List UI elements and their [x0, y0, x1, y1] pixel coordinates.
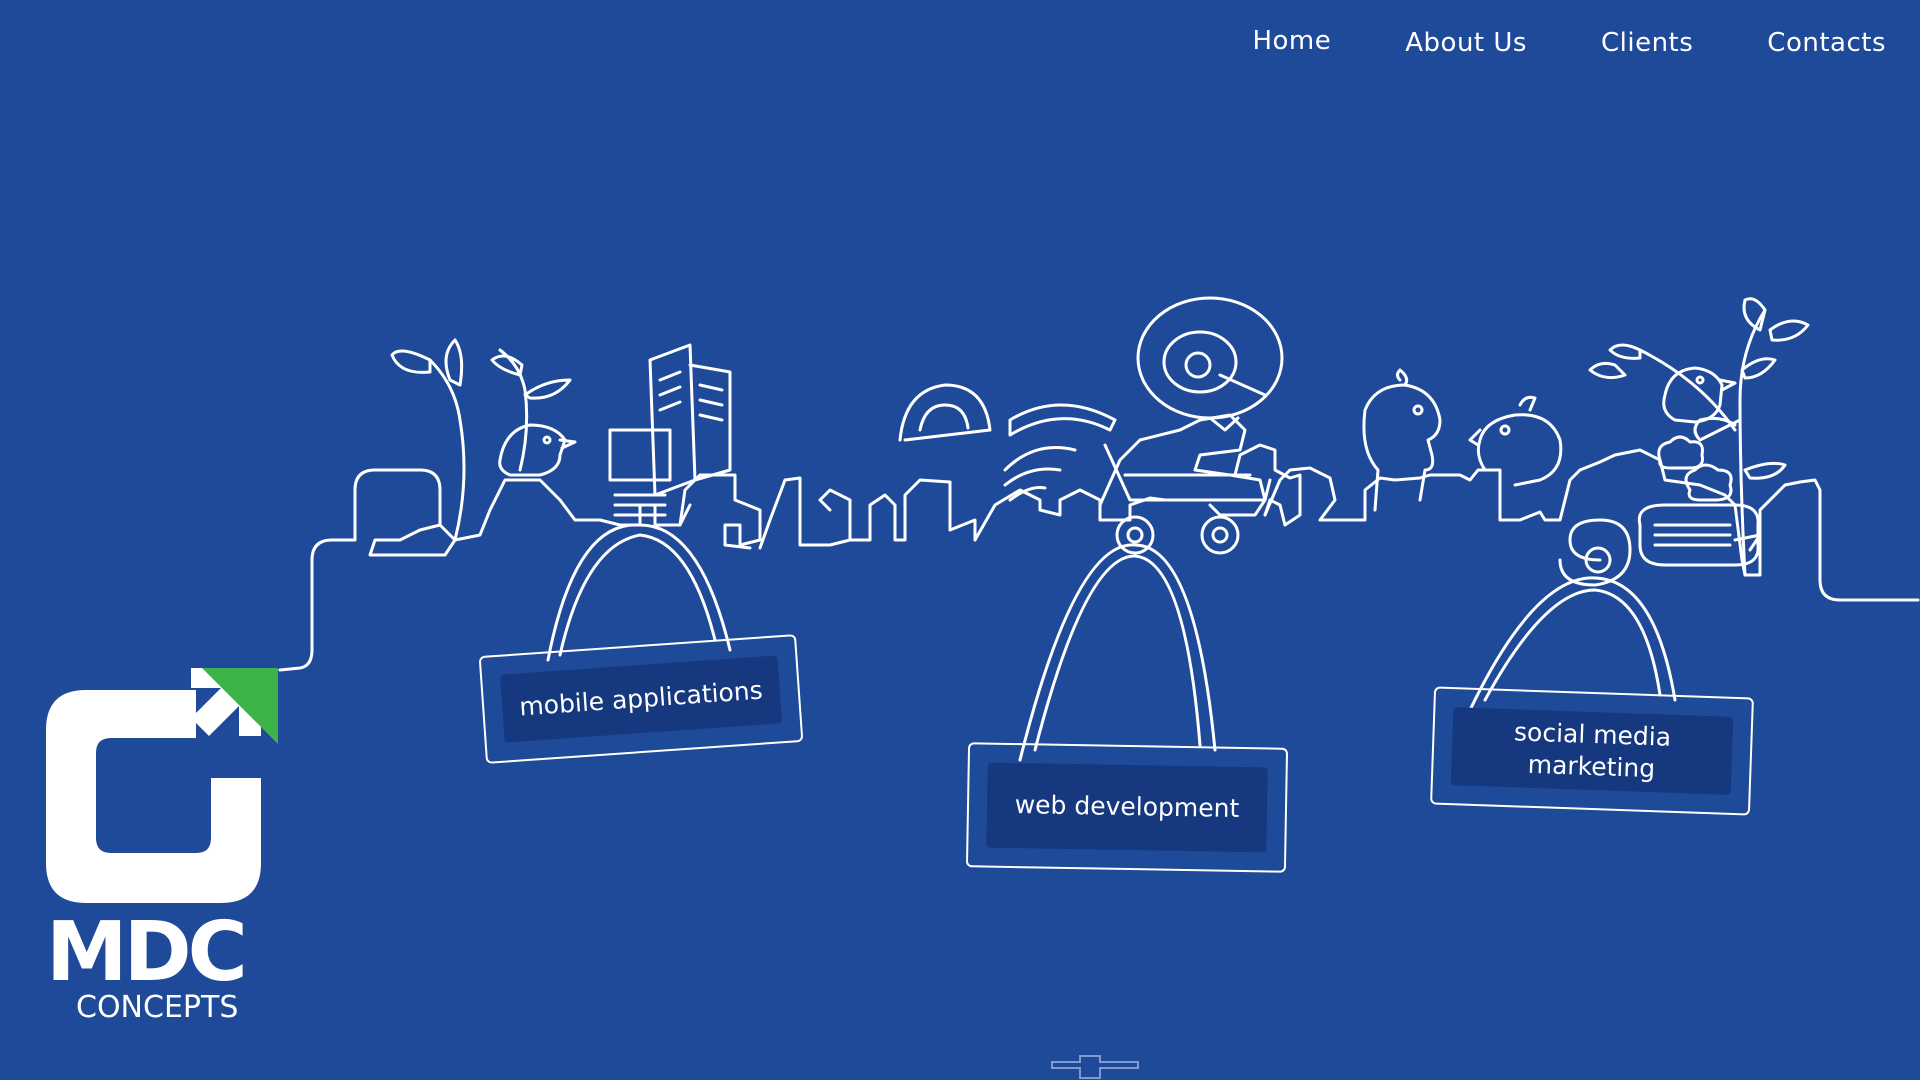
mobile-applications-sign[interactable]: mobile applications — [478, 634, 804, 764]
logo-wordmark-concepts: CONCEPTS — [76, 990, 239, 1025]
mobile-applications-label: mobile applications — [499, 655, 783, 743]
social-media-marketing-sign[interactable]: social media marketing — [1430, 686, 1754, 816]
web-development-sign[interactable]: web development — [965, 742, 1289, 873]
scroll-down-icon[interactable] — [1050, 1054, 1140, 1080]
logo-wordmark-mdc: MDC — [46, 905, 248, 1000]
social-media-marketing-label: social media marketing — [1450, 707, 1734, 795]
page: Home About Us Clients Contacts mobile ap… — [0, 0, 1920, 1080]
line-art-illustration — [278, 296, 1920, 762]
web-development-label: web development — [986, 762, 1268, 853]
